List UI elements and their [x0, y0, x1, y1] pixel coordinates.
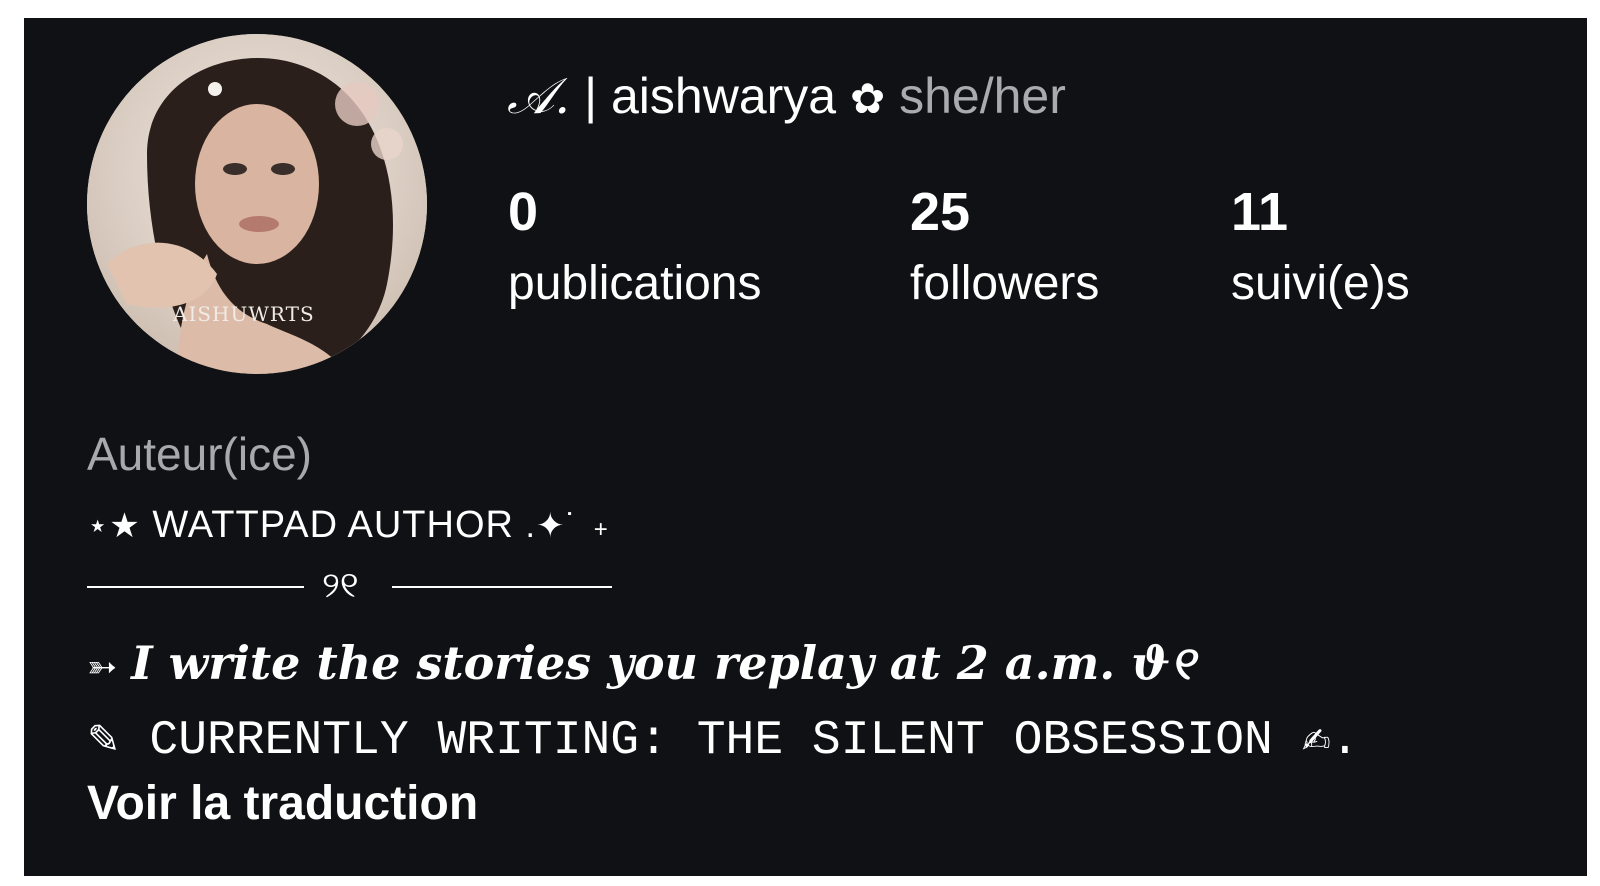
stat-followers-count: 25 — [910, 182, 971, 242]
sparkle-icon: .✦˙ — [525, 507, 578, 545]
stat-following-count: 11 — [1231, 182, 1289, 242]
bio-line-tagline: ➳ I write the stories you replay at 2 a.… — [87, 632, 1194, 698]
bio-line-author: ⋆★ WATTPAD AUTHOR .✦˙ + — [87, 502, 609, 553]
name-initial: 𝒜. — [507, 67, 571, 125]
bio-line-currently-writing: ✎ CURRENTLY WRITING: THE SILENT OBSESSIO… — [87, 708, 1359, 770]
profile-name: 𝒜. | aishwarya ✿ she/her — [507, 68, 1066, 127]
stat-following-label: suivi(e)s — [1231, 257, 1410, 310]
stat-publications[interactable]: 0 publications — [508, 180, 762, 314]
flower-icon: ✿ — [850, 75, 886, 122]
plus-sparkle-icon: + — [593, 516, 609, 543]
divider-rule-right — [392, 586, 612, 588]
stat-followers[interactable]: 25 followers — [910, 180, 1099, 314]
bio-currently-writing-text: CURRENTLY WRITING: THE SILENT OBSESSION … — [149, 714, 1360, 768]
bio-divider: ୨୧ — [87, 564, 617, 608]
profile-avatar[interactable]: AISHUWRTS — [87, 34, 427, 374]
pronouns: she/her — [899, 68, 1066, 124]
sparkle-star-icon: ⋆★ — [87, 507, 141, 545]
pencil-icon: ✎ — [87, 717, 121, 763]
stat-followers-label: followers — [910, 257, 1100, 310]
stat-following[interactable]: 11 suivi(e)s — [1231, 180, 1410, 314]
profile-category: Auteur(ice) — [87, 428, 312, 480]
arrow-icon: ➳ — [87, 647, 118, 688]
stat-publications-label: publications — [508, 257, 762, 310]
avatar-watermark: AISHUWRTS — [173, 302, 315, 326]
bio-tagline-text: I write the stories you replay at 2 a.m.… — [131, 636, 1195, 690]
stat-publications-count: 0 — [508, 182, 539, 242]
divider-rule-left — [87, 586, 304, 588]
bio-author-text: WATTPAD AUTHOR — [152, 504, 514, 546]
see-translation-link[interactable]: Voir la traduction — [87, 774, 478, 834]
display-name: | aishwarya — [584, 68, 837, 124]
divider-ornament-icon: ୨୧ — [322, 565, 359, 606]
profile-header: AISHUWRTS 𝒜. | aishwarya ✿ she/her 0 pub… — [24, 18, 1587, 876]
